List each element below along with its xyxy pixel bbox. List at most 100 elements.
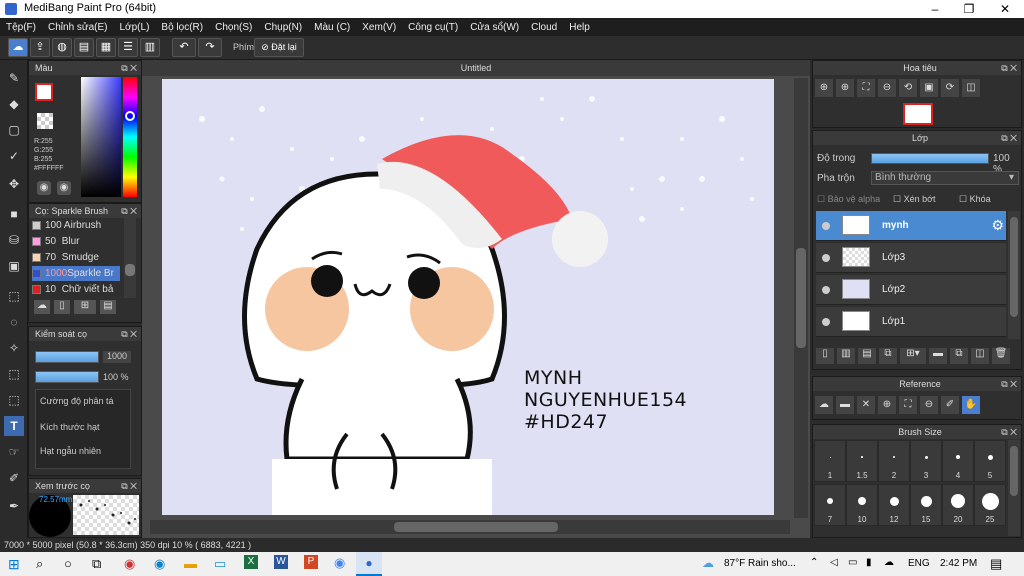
zoom-fit-icon[interactable]: ⊕ [815, 79, 833, 97]
brush-item-smudge[interactable]: 70 Smudge [32, 250, 120, 265]
edge-icon[interactable]: ◉ [154, 556, 165, 572]
add-brush-icon[interactable]: ⊞ [74, 300, 96, 314]
brush-opacity-slider[interactable] [35, 371, 99, 383]
layer-row[interactable]: mynh ⚙ [816, 211, 1006, 241]
brush-size-option[interactable]: 2 [878, 440, 910, 482]
menu-layer[interactable]: Lớp(L) [114, 22, 156, 33]
brush-item-handwriting[interactable]: 10 Chữ viết bả [32, 282, 120, 297]
windows-start-icon[interactable]: ⊞ [8, 556, 20, 573]
new-layer-icon[interactable]: ▯ [816, 348, 834, 364]
brush-tool-icon[interactable]: ✎ [4, 68, 24, 88]
panel-options-icon[interactable]: ⧉ ✕ [1001, 131, 1017, 145]
panel-options-icon[interactable]: ⧉ ✕ [1001, 61, 1017, 75]
foreground-color-swatch[interactable] [35, 83, 53, 101]
select-eraser-icon[interactable]: ⬚ [4, 390, 24, 410]
panel-options-icon[interactable]: ⧉ ✕ [121, 204, 137, 218]
weather-text[interactable]: 87°F Rain sho... [724, 558, 796, 569]
open-folder-icon[interactable]: ▬ [836, 396, 854, 414]
task-view-icon[interactable]: ⧉ [92, 556, 101, 572]
operation-tool-icon[interactable]: ☞ [4, 442, 24, 462]
close-reference-icon[interactable]: ✕ [857, 396, 875, 414]
lock-checkbox[interactable]: ☐ Khóa [959, 194, 991, 205]
brush-size-option[interactable]: 5 [974, 440, 1006, 482]
vertical-scroll-thumb[interactable] [796, 248, 806, 348]
option-particle-size[interactable]: Kích thước hạt [40, 422, 99, 432]
panel-options-icon[interactable]: ⧉ ✕ [121, 327, 137, 341]
zoom-in-icon[interactable]: ⊕ [878, 396, 896, 414]
brush-size-option[interactable]: 1 [814, 440, 846, 482]
vertical-scrollbar[interactable] [794, 78, 808, 518]
brush-size-option[interactable]: 25 [974, 484, 1006, 526]
menu-edit[interactable]: Chỉnh sửa(E) [42, 22, 114, 33]
hand-tool-icon[interactable]: ✒ [4, 496, 24, 516]
layer-row[interactable]: Lớp1 [816, 307, 1006, 337]
canvas-tab[interactable]: Untitled [142, 60, 810, 76]
search-icon[interactable]: ⌕ [36, 556, 43, 572]
navigator-thumbnail[interactable] [903, 103, 933, 125]
color-square[interactable] [81, 77, 121, 197]
redo-icon[interactable]: ↷ [198, 38, 222, 57]
brush-settings-icon[interactable]: ▤ [100, 300, 116, 314]
transparent-swatch[interactable] [37, 113, 53, 129]
close-icon[interactable]: ✕ [988, 0, 1022, 18]
network-icon[interactable]: ▭ [848, 557, 857, 568]
medibang-taskbar-icon[interactable]: ● [356, 552, 382, 576]
folder-icon[interactable]: ▬ [929, 348, 947, 364]
visibility-icon[interactable] [822, 254, 830, 262]
chrome-icon[interactable]: ◉ [334, 555, 345, 571]
color-wheel-icon[interactable]: ◉ [57, 181, 71, 195]
file-explorer-icon[interactable]: ▬ [184, 556, 197, 571]
app-icon-1[interactable]: ◉ [124, 556, 135, 572]
horizontal-scroll-thumb[interactable] [394, 522, 558, 532]
menu-snap[interactable]: Chụp(N) [258, 22, 308, 33]
brush-scroll-thumb[interactable] [125, 264, 135, 276]
brush-size-option[interactable]: 3 [910, 440, 942, 482]
brush-size-scrollbar[interactable] [1008, 440, 1020, 536]
zoom-out-icon[interactable]: ⊖ [920, 396, 938, 414]
copy-layer-icon[interactable]: ⧉ [879, 348, 897, 364]
bucket-tool-icon[interactable]: ⛁ [4, 230, 24, 250]
eyedropper-icon[interactable]: ✐ [941, 396, 959, 414]
layer-row[interactable]: Lớp3 [816, 243, 1006, 273]
maximize-icon[interactable]: ❐ [952, 0, 986, 18]
cloud-download-icon[interactable]: ☁ [34, 300, 50, 314]
menu-window[interactable]: Cửa sổ(W) [464, 22, 525, 33]
fit-icon[interactable]: ⛶ [899, 396, 917, 414]
speech-icon[interactable]: ▤ [74, 38, 94, 57]
word-icon[interactable]: W [274, 555, 288, 569]
comment-icon[interactable]: ◍ [52, 38, 72, 57]
brush-size-scroll-thumb[interactable] [1010, 446, 1018, 496]
option-random-particle[interactable]: Hạt ngẫu nhiên [40, 446, 101, 456]
brush-size-option[interactable]: 20 [942, 484, 974, 526]
shape-tool-icon[interactable]: ▢ [4, 120, 24, 140]
brush-item-sparkle[interactable]: 1000Sparkle Br [32, 266, 120, 281]
hand-icon[interactable]: ✋ [962, 396, 980, 414]
visibility-icon[interactable] [822, 222, 830, 230]
rotate-right-icon[interactable]: ⟳ [941, 79, 959, 97]
layer-scroll-thumb[interactable] [1010, 217, 1018, 317]
pen-tool-icon[interactable]: ✓ [4, 146, 24, 166]
excel-icon[interactable]: X [244, 555, 258, 569]
brush-size-option[interactable]: 15 [910, 484, 942, 526]
rotate-left-icon[interactable]: ⟲ [899, 79, 917, 97]
horizontal-scrollbar[interactable] [150, 520, 790, 534]
reset-button[interactable]: ⊘ Đặt lại [254, 38, 304, 57]
clipping-checkbox[interactable]: ☐ Xén bớt [893, 194, 936, 205]
grid-icon[interactable]: ▥ [140, 38, 160, 57]
cloud-icon[interactable]: ☁ [815, 396, 833, 414]
brush-size-option[interactable]: 1.5 [846, 440, 878, 482]
lasso-tool-icon[interactable]: ◌ [4, 312, 24, 332]
cloud-icon[interactable]: ☁ [8, 38, 28, 57]
menu-tools[interactable]: Công cụ(T) [402, 22, 464, 33]
visibility-icon[interactable] [822, 286, 830, 294]
menu-filter[interactable]: Bộ lọc(R) [155, 22, 209, 33]
input-language[interactable]: ENG [908, 558, 930, 569]
panel-options-icon[interactable]: ⧉ ✕ [1001, 425, 1017, 439]
eyedropper-icon[interactable]: ✐ [4, 468, 24, 488]
protect-alpha-checkbox[interactable]: ☐ Bảo vệ alpha [817, 194, 880, 205]
menu-color[interactable]: Màu (C) [308, 22, 356, 33]
brush-size-value[interactable]: 1000 [103, 351, 131, 363]
gear-icon[interactable]: ⚙ [991, 217, 1004, 234]
fit-window-icon[interactable]: ⛶ [857, 79, 875, 97]
brush-size-option[interactable]: 10 [846, 484, 878, 526]
